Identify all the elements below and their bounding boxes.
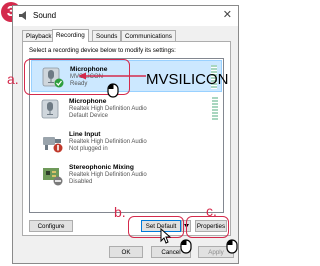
device-status: Default Device	[69, 113, 109, 119]
device-status: Disabled	[69, 179, 93, 185]
level-meter	[212, 97, 218, 121]
device-driver: Realtek High Definition Audio	[69, 172, 147, 178]
tab-playback[interactable]: Playback	[22, 30, 56, 41]
tab-communications[interactable]: Communications	[121, 30, 176, 41]
device-name: Stereophonic Mixing	[69, 164, 134, 171]
window-title: Sound	[33, 11, 57, 20]
device-driver: Realtek High Definition Audio	[69, 106, 147, 112]
device-row-stereo-mix[interactable]: Stereophonic Mixing Realtek High Definit…	[31, 159, 222, 191]
device-row-line-input[interactable]: Line Input Realtek High Definition Audio…	[31, 126, 222, 158]
highlight-set-default-box	[128, 216, 184, 238]
device-row-realtek-mic[interactable]: Microphone Realtek High Definition Audio…	[31, 93, 222, 125]
speaker-icon	[19, 11, 26, 20]
callout-label: MVSILICON	[146, 71, 229, 88]
title-bar: Sound ✕	[13, 6, 238, 26]
pointer-cursor-icon	[160, 228, 172, 244]
device-name: Microphone	[69, 98, 107, 105]
device-name: Line Input	[69, 131, 101, 138]
highlight-properties-box	[186, 216, 229, 238]
unplugged-icon	[53, 143, 63, 153]
device-driver: Realtek High Definition Audio	[69, 139, 147, 145]
mouse-click-icon	[107, 83, 119, 98]
mouse-click-icon	[180, 239, 192, 254]
device-status: Not plugged in	[69, 146, 108, 152]
configure-button[interactable]: Configure	[29, 220, 73, 232]
microphone-icon	[41, 99, 59, 119]
annotation-b: b.	[114, 204, 126, 220]
mouse-click-icon	[226, 239, 238, 254]
close-button[interactable]: ✕	[223, 9, 232, 21]
instruction-text: Select a recording device below to modif…	[29, 47, 176, 54]
tab-recording[interactable]: Recording	[52, 29, 89, 42]
tab-sounds[interactable]: Sounds	[92, 30, 122, 41]
annotation-a: a.	[7, 71, 19, 87]
ok-button[interactable]: OK	[109, 246, 143, 258]
disabled-icon	[53, 176, 63, 186]
